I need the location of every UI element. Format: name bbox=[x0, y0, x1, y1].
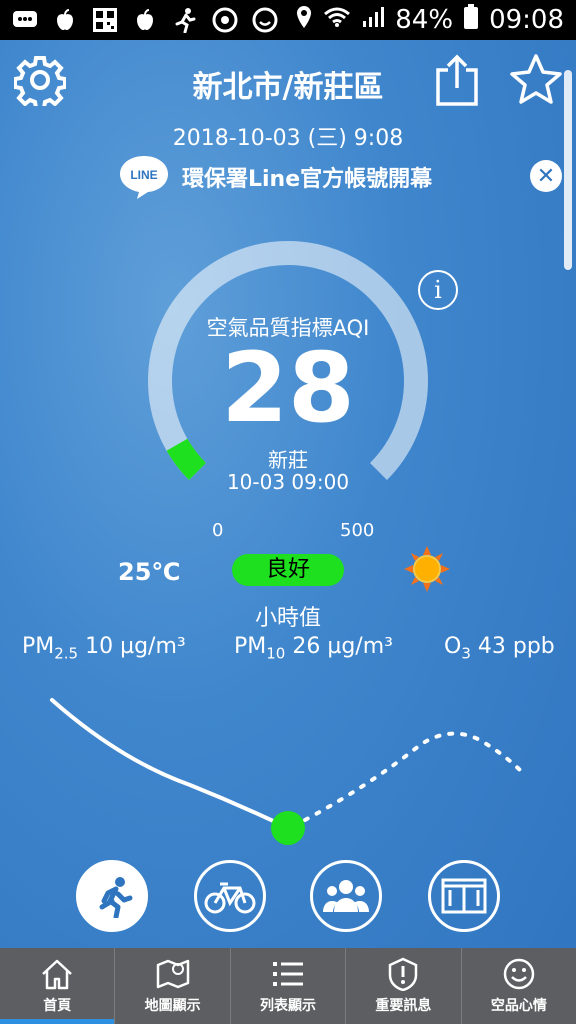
nav-home[interactable]: 首頁 bbox=[0, 948, 116, 1024]
station-time: 10-03 09:00 bbox=[226, 470, 350, 494]
battery-percent: 84% bbox=[395, 5, 454, 35]
group-icon bbox=[323, 880, 369, 912]
notification-icons bbox=[12, 7, 278, 33]
message-icon bbox=[12, 7, 38, 33]
trend-past-line bbox=[50, 698, 290, 830]
nav-map[interactable]: 地圖顯示 bbox=[115, 948, 231, 1024]
list-icon bbox=[273, 962, 304, 986]
activity-suggestions bbox=[0, 860, 576, 940]
gauge-min-label: 0 bbox=[212, 520, 224, 541]
wifi-icon bbox=[323, 5, 351, 35]
nav-mood[interactable]: 空品心情 bbox=[462, 948, 576, 1024]
chrome-icon bbox=[212, 7, 238, 33]
nav-map-label: 地圖顯示 bbox=[144, 998, 201, 1014]
runner-icon bbox=[172, 7, 198, 33]
nav-list-label: 列表顯示 bbox=[260, 998, 317, 1014]
o3-sub: 3 bbox=[461, 644, 471, 663]
o3-reading: O3 43 ppb bbox=[444, 634, 555, 662]
group-activity-button[interactable] bbox=[310, 860, 382, 932]
battery-icon bbox=[463, 3, 479, 37]
nav-alerts-label: 重要訊息 bbox=[375, 998, 432, 1014]
header: 新北市/新莊區 bbox=[0, 48, 576, 118]
share-icon[interactable] bbox=[432, 54, 482, 106]
gauge-max-label: 500 bbox=[340, 520, 375, 541]
o3-value: 43 ppb bbox=[477, 634, 555, 659]
nav-alerts[interactable]: 重要訊息 bbox=[346, 948, 462, 1024]
nav-mood-label: 空品心情 bbox=[490, 998, 547, 1014]
home-icon bbox=[42, 959, 73, 990]
pm25-reading: PM2.5 10 µg/m³ bbox=[22, 634, 186, 662]
apple-icon bbox=[132, 7, 158, 33]
trend-current-point bbox=[271, 811, 305, 845]
location-icon bbox=[295, 5, 313, 36]
apple-icon bbox=[52, 7, 78, 33]
running-button[interactable] bbox=[76, 860, 148, 932]
aqi-trend-curve bbox=[50, 698, 524, 845]
pm10-reading: PM10 26 µg/m³ bbox=[234, 634, 393, 662]
status-badge: 良好 bbox=[232, 554, 344, 586]
pm10-sub: 10 bbox=[266, 644, 286, 663]
banner-close-button[interactable]: ✕ bbox=[530, 160, 562, 192]
status-bar: 84% 09:08 bbox=[0, 0, 576, 40]
banner-text: 環保署Line官方帳號開幕 bbox=[182, 167, 433, 192]
cycling-button[interactable] bbox=[194, 860, 266, 932]
line-logo: LINE bbox=[118, 154, 170, 200]
o3-name: O bbox=[444, 634, 462, 659]
pm25-value: 10 µg/m³ bbox=[85, 634, 186, 659]
bicycle-icon bbox=[204, 882, 256, 914]
line-banner[interactable]: LINE 環保署Line官方帳號開幕 bbox=[118, 152, 432, 202]
trend-forecast-line bbox=[303, 731, 524, 822]
smile-icon bbox=[503, 958, 535, 990]
qr-icon bbox=[92, 7, 118, 33]
info-button[interactable]: i bbox=[418, 270, 458, 310]
aqi-value: 28 bbox=[221, 332, 355, 444]
pm10-name: PM bbox=[234, 634, 267, 659]
hourly-label: 小時值 bbox=[254, 606, 321, 631]
station-name: 新莊 bbox=[268, 448, 308, 472]
favorite-star-icon[interactable] bbox=[508, 52, 564, 108]
svg-text:LINE: LINE bbox=[130, 168, 157, 182]
page-title: 新北市/新莊區 bbox=[192, 70, 384, 105]
pollutant-readings: PM2.5 10 µg/m³ PM10 26 µg/m³ O3 43 ppb bbox=[0, 634, 576, 674]
pm25-sub: 2.5 bbox=[54, 644, 79, 663]
system-status: 84% 09:08 bbox=[295, 3, 564, 37]
nav-home-label: 首頁 bbox=[43, 998, 72, 1014]
alert-icon bbox=[389, 957, 418, 991]
signal-icon bbox=[361, 5, 385, 35]
window-button[interactable] bbox=[428, 860, 500, 932]
sun-icon bbox=[404, 546, 450, 592]
temperature: 25℃ bbox=[118, 558, 181, 586]
update-datetime: 2018-10-03 (三) 9:08 bbox=[172, 126, 404, 151]
smile-icon bbox=[252, 7, 278, 33]
pm10-value: 26 µg/m³ bbox=[292, 634, 393, 659]
scrollbar[interactable] bbox=[564, 70, 572, 270]
running-icon bbox=[99, 877, 133, 918]
window-icon bbox=[441, 878, 487, 914]
nav-list[interactable]: 列表顯示 bbox=[231, 948, 347, 1024]
map-icon bbox=[156, 959, 189, 989]
pm25-name: PM bbox=[22, 634, 55, 659]
bottom-navigation: 首頁 地圖顯示 列表顯示 重要訊息 空品心情 bbox=[0, 948, 576, 1024]
clock: 09:08 bbox=[489, 5, 564, 35]
